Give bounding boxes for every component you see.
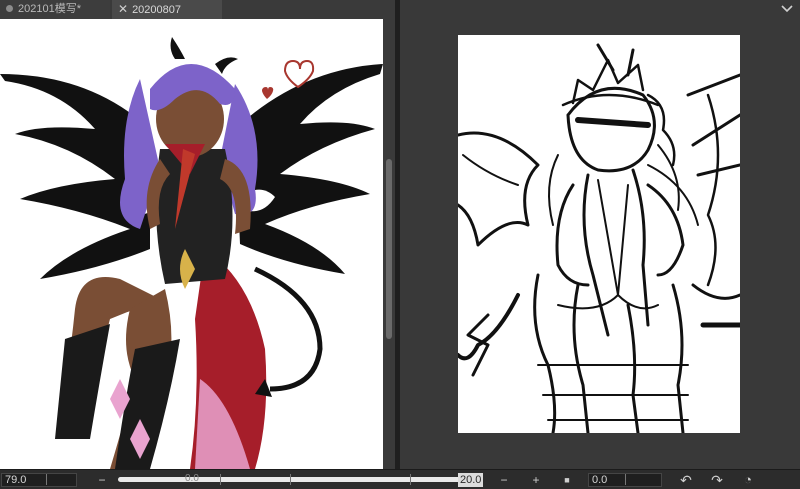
slider-value: 20.0 <box>458 473 484 487</box>
tab-20200807[interactable]: ✕ 20200807 <box>112 0 222 19</box>
document-tab-bar: 202101模写* ✕ 20200807 <box>0 0 395 19</box>
tab-label: 20200807 <box>132 4 182 16</box>
minus-icon[interactable]: − <box>496 472 512 488</box>
rotate-left-icon[interactable]: ↶ <box>678 472 694 488</box>
field-divider <box>625 474 626 485</box>
slider-tick <box>220 474 221 485</box>
square-icon[interactable]: ■ <box>559 472 575 488</box>
tab-202101[interactable]: 202101模写* <box>0 0 110 19</box>
zoom-input[interactable]: 79.0 <box>1 473 77 487</box>
zoom-slider[interactable] <box>118 477 476 482</box>
vertical-scrollbar[interactable] <box>383 19 395 469</box>
slider-tick <box>290 474 291 485</box>
tab-label: 202101模写* <box>18 3 81 15</box>
reset-icon[interactable]: ◔ <box>740 472 756 488</box>
sketch-canvas[interactable] <box>458 35 740 433</box>
dot-icon <box>6 5 13 12</box>
slider-mid-value: 0.0 <box>185 473 199 484</box>
close-icon[interactable]: ✕ <box>118 0 128 19</box>
main-canvas[interactable] <box>0 19 383 469</box>
sub-view-pane <box>400 0 800 469</box>
rotate-right-icon[interactable]: ↷ <box>709 472 725 488</box>
slider-tick <box>410 474 411 485</box>
chevron-down-icon[interactable] <box>778 0 796 19</box>
plus-icon[interactable]: + <box>528 472 544 488</box>
pane-divider[interactable] <box>395 0 400 469</box>
scroll-thumb[interactable] <box>386 159 392 339</box>
minus-icon[interactable]: − <box>94 472 110 488</box>
field-divider <box>46 474 47 485</box>
navigation-bar: 79.0 − 0.0 20.0 − + ■ 0.0 ↶ ↷ ◔ <box>0 469 800 489</box>
